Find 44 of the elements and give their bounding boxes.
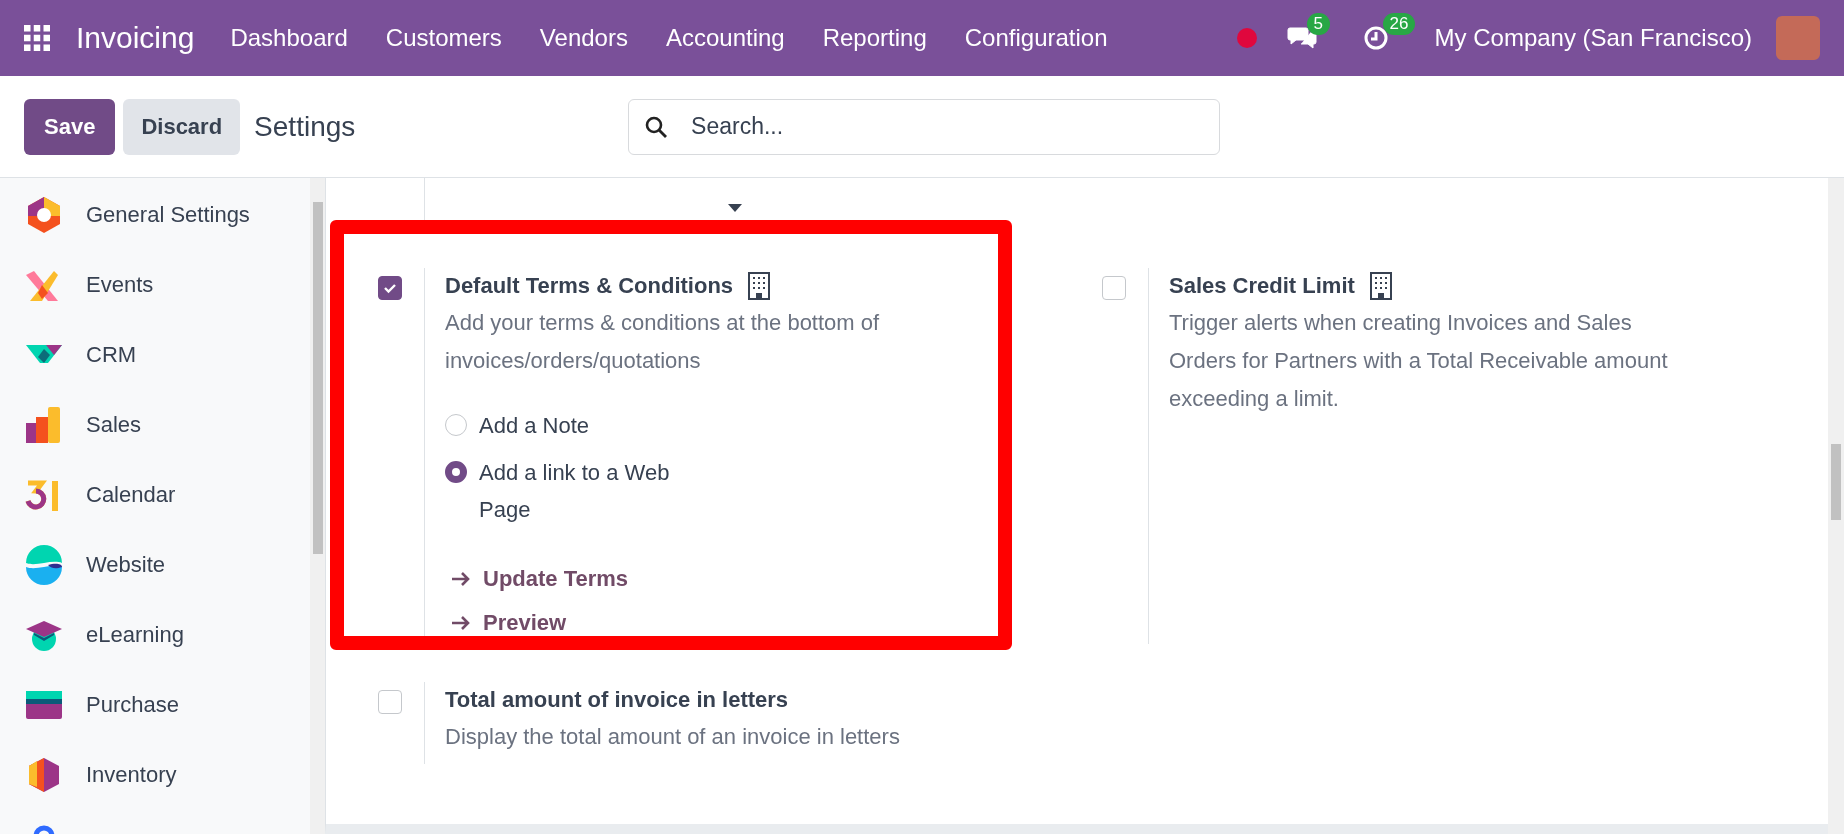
setting-title: Sales Credit Limit	[1169, 272, 1355, 300]
setting-description: Trigger alerts when creating Invoices and Sales Orders for Partners with a Total Receivable amount exceeding a limit.	[1169, 309, 1669, 413]
company-switcher[interactable]: My Company (San Francisco)	[1434, 24, 1752, 52]
caret-icon[interactable]	[728, 204, 742, 212]
setting-description: Display the total amount of an invoice in letters	[445, 723, 901, 751]
setting-description: Add your terms & conditions at the bottom of invoices/orders/quotations	[445, 309, 881, 375]
clock-icon[interactable]	[1362, 25, 1389, 51]
menu-item[interactable]: Customers	[385, 24, 502, 52]
scrollbar[interactable]	[310, 178, 325, 834]
menu-item[interactable]: Dashboard	[230, 24, 348, 52]
sidebar-item[interactable]: CRM	[0, 320, 310, 390]
option-label[interactable]: Add a link to a Web Page	[479, 454, 725, 528]
sidebar-item[interactable]: Website	[0, 530, 310, 600]
menu-item[interactable]: Configuration	[964, 24, 1108, 52]
wave-icon	[24, 545, 64, 585]
arrow-right-icon	[451, 571, 471, 587]
search-field[interactable]: Search...	[628, 98, 1221, 155]
option-label[interactable]: Add a Note	[479, 407, 590, 444]
sidebar-item[interactable]: Purchase	[0, 670, 310, 740]
sidebar-item[interactable]: General Settings	[0, 180, 310, 250]
setting-title: Default Terms & Conditions	[445, 272, 734, 300]
save-button[interactable]: Save	[24, 98, 116, 155]
activity-count: 26	[1382, 13, 1416, 35]
app-grid-icon[interactable]	[24, 25, 50, 51]
radio-button[interactable]	[445, 461, 467, 483]
page-title: Settings	[254, 110, 357, 143]
discard-button[interactable]: Discard	[123, 98, 241, 155]
arrow-right-icon	[451, 615, 471, 631]
sidebar-item[interactable]: eLearning	[0, 600, 310, 670]
message-count: 5	[1306, 13, 1331, 35]
setting-title: Total amount of invoice in letters	[445, 686, 789, 714]
app-name[interactable]: Invoicing	[76, 21, 195, 55]
sidebar-item[interactable]: Events	[0, 250, 310, 320]
scrollbar[interactable]	[1828, 178, 1844, 834]
link[interactable]: Preview	[445, 610, 980, 636]
sidebar-item[interactable]: Calendar	[0, 460, 310, 530]
sidebar-item[interactable]: Sales	[0, 390, 310, 460]
checkbox[interactable]	[378, 276, 402, 300]
menu-item[interactable]: Reporting	[822, 24, 927, 52]
menu-item[interactable]: Vendors	[539, 24, 628, 52]
link[interactable]: Update Terms	[445, 566, 980, 592]
menu-item[interactable]: Accounting	[665, 24, 785, 52]
sidebar-item[interactable]: Inventory	[0, 740, 310, 810]
status-dot-icon[interactable]	[1236, 28, 1257, 48]
